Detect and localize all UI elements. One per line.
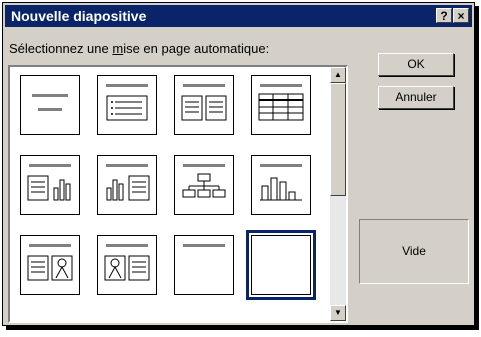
- layout-table[interactable]: [251, 75, 311, 135]
- instruction-mnemonic: m: [112, 41, 124, 56]
- text-and-chart-icon: [27, 164, 71, 201]
- layout-title-slide[interactable]: [20, 75, 80, 135]
- layout-instruction: Sélectionnez une mise en page automatiqu…: [9, 41, 269, 56]
- vertical-scrollbar[interactable]: ▲ ▼: [330, 67, 346, 321]
- title-only-icon: [183, 244, 225, 247]
- instruction-text-start: Sélectionnez une: [9, 41, 113, 56]
- layout-list[interactable]: ▲ ▼: [8, 65, 348, 323]
- scroll-up-button[interactable]: ▲: [330, 67, 346, 83]
- chart-icon: [260, 164, 302, 201]
- text-and-clip-art-icon: [27, 244, 73, 281]
- scroll-down-button[interactable]: ▼: [330, 305, 346, 321]
- instruction-text-end: ise en page automatique:: [123, 41, 270, 56]
- layout-text-and-chart[interactable]: [20, 155, 80, 215]
- chart-and-text-icon: [106, 164, 150, 201]
- layout-organization-chart[interactable]: [174, 155, 234, 215]
- org-chart-icon: [182, 164, 226, 198]
- preview-label: Vide: [402, 244, 426, 258]
- bulleted-list-icon: [106, 84, 148, 121]
- cancel-button[interactable]: Annuler: [378, 86, 454, 109]
- layout-blank[interactable]: [246, 230, 316, 300]
- layout-text-and-clip-art[interactable]: [20, 235, 80, 295]
- scroll-thumb[interactable]: [330, 83, 346, 196]
- ok-button[interactable]: OK: [378, 53, 454, 76]
- layout-chart-and-text[interactable]: [97, 155, 157, 215]
- layout-title-only[interactable]: [174, 235, 234, 295]
- clip-art-and-text-icon: [104, 244, 150, 281]
- blank-layout-icon: [252, 236, 310, 294]
- help-button[interactable]: ?: [436, 8, 452, 23]
- table-icon: [258, 84, 304, 121]
- dialog-title: Nouvelle diapositive: [11, 8, 147, 24]
- two-column-text-icon: [181, 84, 227, 121]
- title-bar[interactable]: Nouvelle diapositive ? ×: [5, 5, 472, 27]
- close-button[interactable]: ×: [453, 8, 469, 23]
- layout-clip-art-and-text[interactable]: [97, 235, 157, 295]
- new-slide-dialog: Nouvelle diapositive ? × Sélectionnez un…: [2, 2, 475, 326]
- title-slide-icon: [32, 94, 68, 111]
- layout-chart[interactable]: [251, 155, 311, 215]
- layout-two-column-text[interactable]: [174, 75, 234, 135]
- layout-bulleted-list[interactable]: [97, 75, 157, 135]
- layout-preview: Vide: [359, 219, 469, 284]
